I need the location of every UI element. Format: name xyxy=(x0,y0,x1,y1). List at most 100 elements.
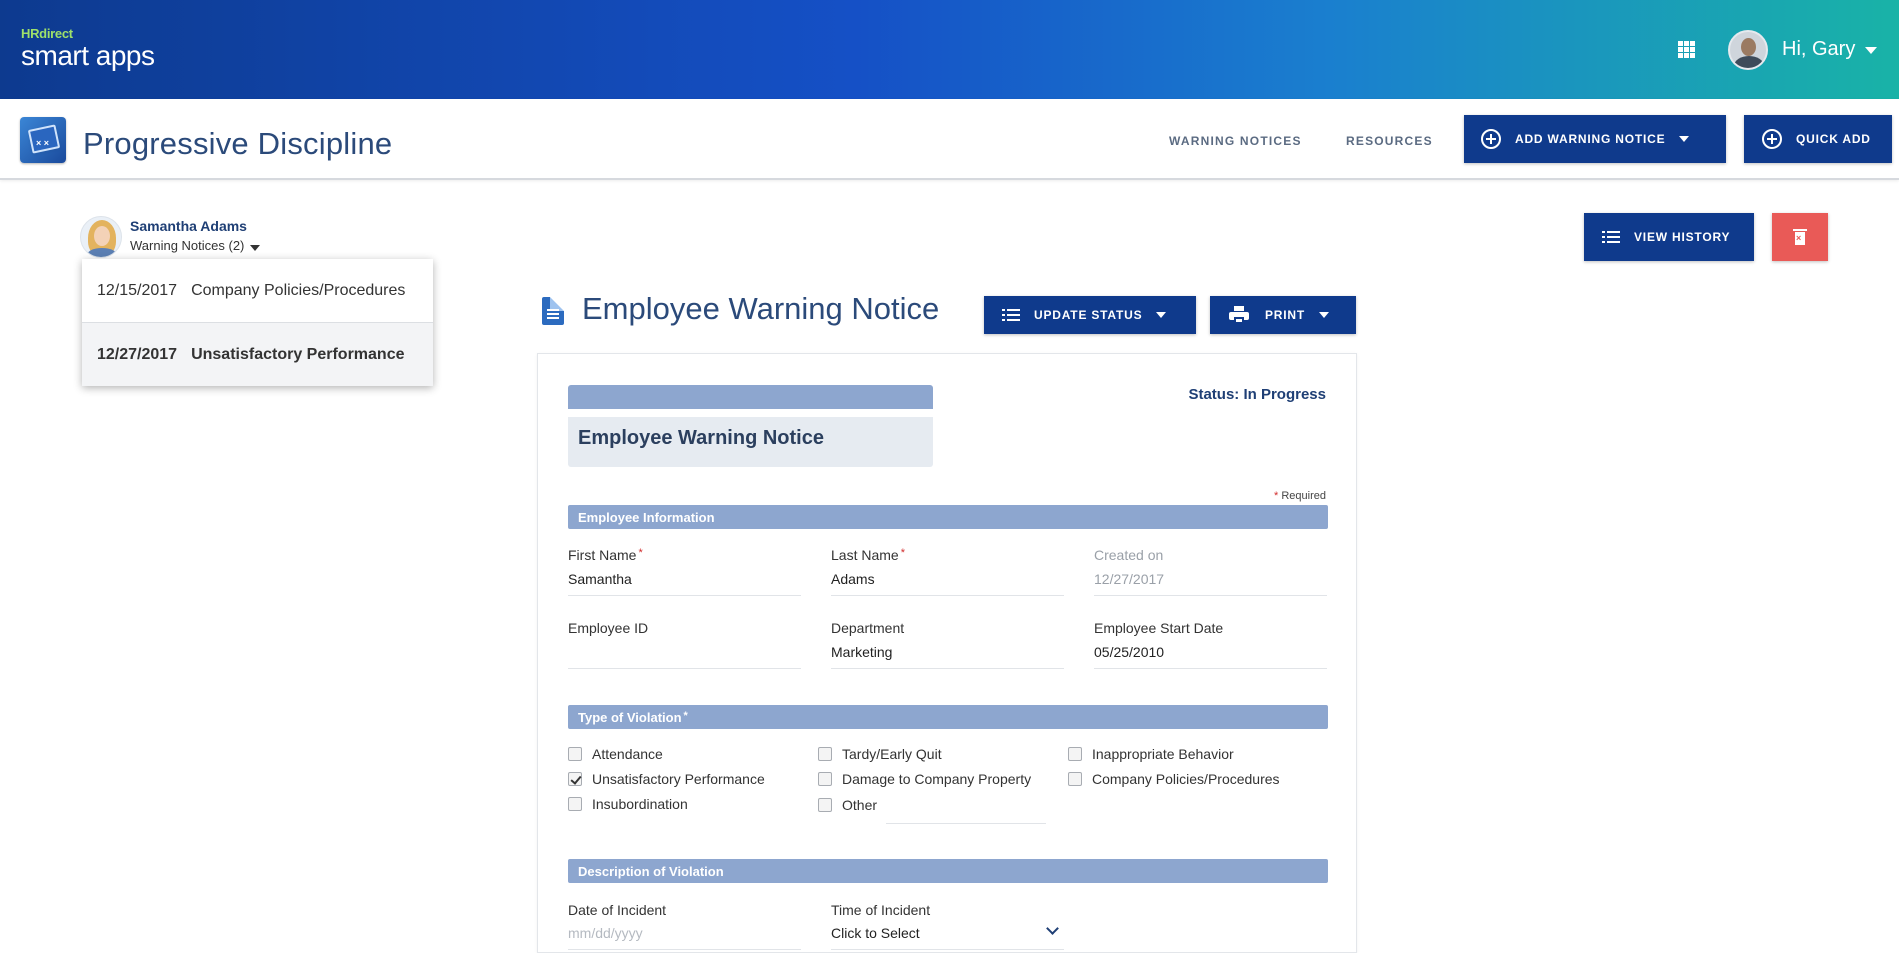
printer-icon xyxy=(1229,306,1249,324)
apps-grid-icon[interactable] xyxy=(1678,41,1695,58)
view-history-button[interactable]: VIEW HISTORY xyxy=(1584,213,1754,261)
checkbox[interactable] xyxy=(818,798,832,812)
checkbox[interactable] xyxy=(818,772,832,786)
logo-name: smart apps xyxy=(21,40,155,71)
quick-add-label: QUICK ADD xyxy=(1796,132,1871,146)
quick-add-button[interactable]: QUICK ADD xyxy=(1744,115,1892,163)
notice-type: Company Policies/Procedures xyxy=(191,281,406,299)
employee-name[interactable]: Samantha Adams xyxy=(130,218,247,234)
violation-checkbox-other[interactable]: Other xyxy=(818,797,877,813)
field-label: Last Name * xyxy=(831,547,905,563)
violation-checkbox-inappropriate-behavior[interactable]: Inappropriate Behavior xyxy=(1068,746,1234,762)
employee-id-input[interactable] xyxy=(568,644,801,669)
nav-resources[interactable]: RESOURCES xyxy=(1346,134,1433,148)
first-name-field[interactable]: First Name * Samantha xyxy=(568,547,801,596)
trash-icon: × xyxy=(1793,229,1807,245)
checkbox-label: Insubordination xyxy=(592,796,688,812)
chevron-down-icon xyxy=(1679,136,1690,142)
status-label: Status: In Progress xyxy=(1188,386,1326,403)
employee-id-field[interactable]: Employee ID xyxy=(568,620,801,669)
caret-down-icon[interactable] xyxy=(250,245,260,251)
section-type-of-violation: Type of Violation * xyxy=(568,705,1328,729)
incident-date-input[interactable]: mm/dd/yyyy xyxy=(568,925,801,950)
print-label: PRINT xyxy=(1265,308,1305,322)
form-banner-bar xyxy=(568,385,933,409)
violation-checkbox-company-policies-procedures[interactable]: Company Policies/Procedures xyxy=(1068,771,1280,787)
checkbox-label: Unsatisfactory Performance xyxy=(592,771,765,787)
checkbox[interactable] xyxy=(1068,772,1082,786)
add-warning-notice-label: ADD WARNING NOTICE xyxy=(1515,132,1666,146)
violation-checkbox-unsatisfactory-performance[interactable]: Unsatisfactory Performance xyxy=(568,771,765,787)
notice-date: 12/27/2017 xyxy=(97,345,178,363)
notice-date: 12/15/2017 xyxy=(97,281,178,299)
created-on-value: 12/27/2017 xyxy=(1094,571,1327,596)
print-button[interactable]: PRINT xyxy=(1210,296,1356,334)
list-icon xyxy=(1002,309,1020,321)
checkbox-label: Other xyxy=(842,797,878,813)
add-circle-icon xyxy=(1762,129,1782,149)
incident-time-select[interactable]: Click to Select xyxy=(831,925,1064,950)
checkbox[interactable] xyxy=(568,797,582,811)
violation-checkbox-insubordination[interactable]: Insubordination xyxy=(568,796,688,812)
chevron-down-icon xyxy=(1156,312,1167,318)
delete-button[interactable]: × xyxy=(1772,213,1828,261)
view-history-label: VIEW HISTORY xyxy=(1634,230,1731,244)
top-bar: HRdirect smart apps Hi, Gary xyxy=(0,0,1899,99)
last-name-input[interactable]: Adams xyxy=(831,571,1064,596)
required-note: * Required xyxy=(1274,490,1326,502)
add-warning-notice-button[interactable]: ADD WARNING NOTICE xyxy=(1464,115,1726,163)
update-status-button[interactable]: UPDATE STATUS xyxy=(984,296,1196,334)
list-icon xyxy=(1602,231,1620,243)
warning-notices-dropdown-toggle[interactable]: Warning Notices (2) xyxy=(130,238,244,253)
checkbox-label: Tardy/Early Quit xyxy=(842,746,942,762)
nav-warning-notices[interactable]: WARNING NOTICES xyxy=(1169,134,1302,148)
checkbox-label: Damage to Company Property xyxy=(842,771,1032,787)
field-label: Department xyxy=(831,620,905,636)
field-label: Employee ID xyxy=(568,620,649,636)
section-description-of-violation: Description of Violation xyxy=(568,859,1328,883)
department-field[interactable]: Department Marketing xyxy=(831,620,1064,669)
form-banner-title: Employee Warning Notice xyxy=(568,417,933,467)
section-employee-information: Employee Information xyxy=(568,505,1328,529)
violation-checkbox-tardy-early-quit[interactable]: Tardy/Early Quit xyxy=(818,746,942,762)
department-input[interactable]: Marketing xyxy=(831,644,1064,669)
user-menu-caret-icon[interactable] xyxy=(1865,47,1877,54)
created-on-field: Created on 12/27/2017 xyxy=(1094,547,1327,596)
warning-notices-menu: 12/15/2017 Company Policies/Procedures 1… xyxy=(82,259,433,386)
start-date-input[interactable]: 05/25/2010 xyxy=(1094,644,1327,669)
app-title: Progressive Discipline xyxy=(83,126,393,161)
field-label: Created on xyxy=(1094,547,1164,563)
notice-menu-item[interactable]: 12/15/2017 Company Policies/Procedures xyxy=(82,259,433,322)
logo-brand: HRdirect xyxy=(21,26,73,41)
start-date-field[interactable]: Employee Start Date 05/25/2010 xyxy=(1094,620,1327,669)
violation-checkbox-attendance[interactable]: Attendance xyxy=(568,746,663,762)
user-avatar[interactable] xyxy=(1728,30,1768,70)
first-name-input[interactable]: Samantha xyxy=(568,571,801,596)
checkbox[interactable] xyxy=(1068,747,1082,761)
employee-avatar xyxy=(80,216,122,258)
field-label: Time of Incident xyxy=(831,902,931,918)
field-label: Date of Incident xyxy=(568,902,667,918)
add-circle-icon xyxy=(1481,129,1501,149)
user-greeting[interactable]: Hi, Gary xyxy=(1782,38,1855,61)
chevron-down-icon xyxy=(1319,312,1329,318)
checkbox-label: Attendance xyxy=(592,746,663,762)
other-violation-input[interactable] xyxy=(886,823,1046,824)
last-name-field[interactable]: Last Name * Adams xyxy=(831,547,1064,596)
notice-type: Unsatisfactory Performance xyxy=(191,345,405,363)
violation-checkbox-damage-to-company-property[interactable]: Damage to Company Property xyxy=(818,771,1031,787)
checkbox-label: Inappropriate Behavior xyxy=(1092,746,1234,762)
checkbox-label: Company Policies/Procedures xyxy=(1092,771,1280,787)
checkbox[interactable] xyxy=(568,747,582,761)
update-status-label: UPDATE STATUS xyxy=(1034,308,1143,322)
progressive-discipline-app-icon: × × xyxy=(20,117,66,163)
checkbox[interactable] xyxy=(818,747,832,761)
notice-menu-item-selected[interactable]: 12/27/2017 Unsatisfactory Performance xyxy=(82,322,433,386)
field-label: Employee Start Date xyxy=(1094,620,1224,636)
document-icon xyxy=(542,297,564,325)
field-label: First Name * xyxy=(568,547,643,563)
checkbox-checked[interactable] xyxy=(568,772,582,786)
app-header: × × Progressive Discipline WARNING NOTIC… xyxy=(0,99,1899,180)
warning-notice-form: Employee Warning Notice Status: In Progr… xyxy=(537,353,1357,953)
notice-title: Employee Warning Notice xyxy=(582,291,940,326)
